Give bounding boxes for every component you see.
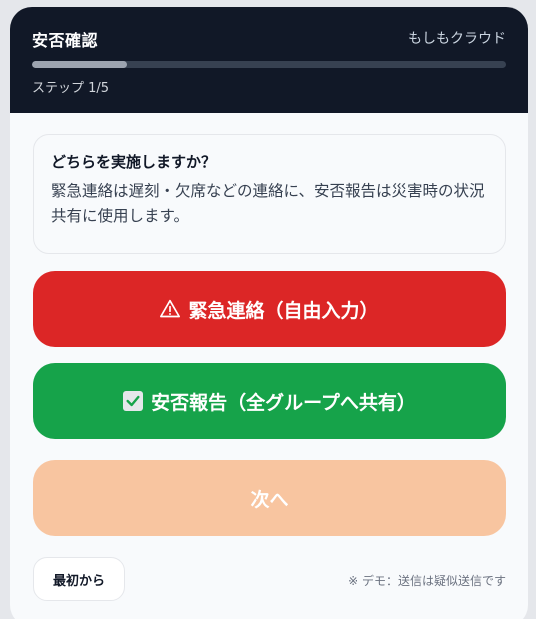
step-indicator: ステップ 1/5	[32, 81, 110, 96]
question-title: どちらを実施しますか？	[51, 153, 217, 171]
question-box: どちらを実施しますか？ 緊急連絡は遅刻・欠席などの連絡に、安否報告は災害時の状況…	[33, 134, 506, 254]
progress-fill	[32, 61, 127, 68]
safety-report-label: 安否報告（全グループへ共有）	[151, 391, 416, 414]
demo-note: ※ デモ：送信は疑似送信です	[348, 574, 506, 588]
brand-name: もしもクラウド	[408, 31, 506, 47]
progress-bar	[32, 61, 506, 68]
warning-icon	[160, 299, 181, 319]
question-description: 緊急連絡は遅刻・欠席などの連絡に、安否報告は災害時の状況共有に使用します。	[51, 182, 485, 225]
header: 安否確認 もしもクラウド ステップ 1/5	[10, 7, 528, 113]
app-title: 安否確認	[32, 31, 99, 50]
next-button[interactable]: 次へ	[33, 460, 506, 536]
safety-report-button[interactable]: 安否報告（全グループへ共有）	[33, 363, 506, 439]
safety-check-card: 安否確認 もしもクラウド ステップ 1/5 どちらを実施しますか？ 緊急連絡は遅…	[10, 7, 528, 619]
check-box-icon	[123, 391, 144, 411]
emergency-contact-button[interactable]: 緊急連絡（自由入力）	[33, 271, 506, 347]
restart-button[interactable]: 最初から	[33, 557, 125, 601]
emergency-contact-label: 緊急連絡（自由入力）	[188, 299, 379, 322]
